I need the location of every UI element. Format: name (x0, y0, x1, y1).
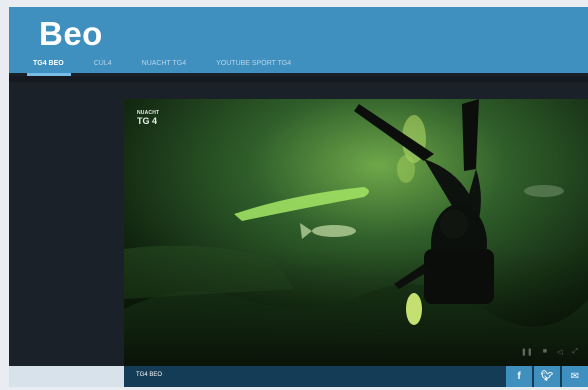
twitter-icon: 🐦︎ (540, 371, 554, 382)
channel-watermark: NUACHT TG 4 (137, 111, 165, 126)
watermark-main-text: TG 4 (137, 116, 158, 126)
video-caption: TG4 BEO (136, 372, 163, 378)
volume-icon[interactable]: ◁ (557, 348, 562, 356)
video-frame-image (124, 99, 588, 366)
site-header: Beo TG4 BEO CÚL4 NUACHT TG4 YOUTUBE SPÓR… (9, 7, 588, 73)
video-controls: ❚❚ ■ ◁ ⤢ (521, 348, 578, 356)
facebook-share-button[interactable]: f (506, 366, 532, 387)
facebook-icon: f (517, 371, 521, 382)
email-share-button[interactable]: ✉ (562, 366, 588, 387)
twitter-share-button[interactable]: 🐦︎ (534, 366, 560, 387)
app-frame: Beo TG4 BEO CÚL4 NUACHT TG4 YOUTUBE SPÓR… (9, 7, 588, 387)
site-logo[interactable]: Beo (39, 15, 103, 53)
email-icon: ✉ (570, 371, 580, 382)
stop-icon[interactable]: ■ (543, 348, 547, 356)
left-panel (9, 366, 124, 387)
header-sub-bar (9, 76, 588, 82)
video-player[interactable]: NUACHT TG 4 ❚❚ ■ ◁ ⤢ (124, 99, 588, 366)
pause-icon[interactable]: ❚❚ (521, 348, 533, 356)
fullscreen-icon[interactable]: ⤢ (572, 348, 578, 356)
